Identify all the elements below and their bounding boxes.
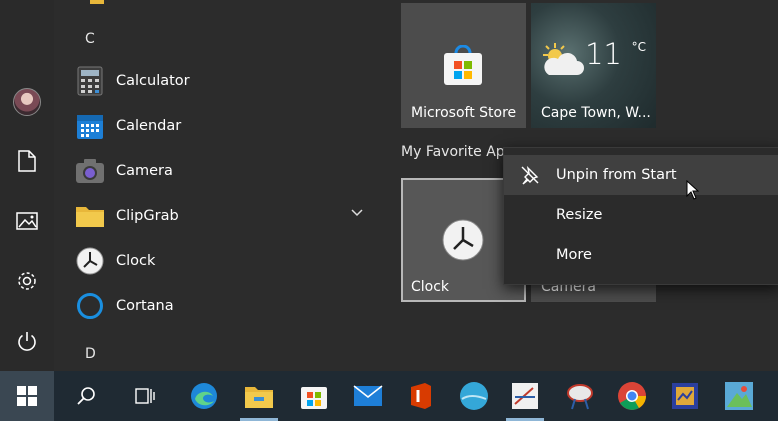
user-avatar [13, 88, 41, 116]
store-icon [444, 45, 482, 85]
partly-cloudy-icon [543, 43, 584, 75]
letter-header-d[interactable]: D [85, 346, 96, 362]
app-label: Cortana [116, 298, 174, 314]
task-view-button[interactable] [118, 371, 172, 421]
tile-group-title[interactable]: My Favorite App [401, 144, 514, 160]
gear-icon [18, 272, 36, 290]
taskbar-app[interactable] [658, 371, 712, 421]
file-explorer-icon [245, 387, 273, 408]
tile-weather[interactable]: 11 °C Cape Town, W... [531, 3, 656, 128]
tile-label: Cape Town, W... [541, 105, 651, 121]
tile-label: Clock [411, 279, 450, 295]
clock-icon [442, 219, 484, 261]
app-icon [672, 383, 698, 409]
taskbar-office[interactable] [394, 371, 448, 421]
menu-item-label: More [556, 247, 592, 263]
app-list: C Calculator Calendar Camera ClipGrab Cl… [60, 0, 380, 371]
folder-icon [74, 200, 106, 232]
task-view-icon [135, 388, 155, 404]
taskbar [0, 371, 778, 421]
taskbar-edge[interactable] [177, 371, 231, 421]
app-label: ClipGrab [116, 208, 179, 224]
app-icon [460, 382, 488, 410]
app-item-clock[interactable]: Clock [74, 241, 374, 281]
pictures-button[interactable] [7, 201, 47, 241]
cortana-icon [74, 290, 106, 322]
app-label: Camera [116, 163, 173, 179]
app-label: Calculator [116, 73, 190, 89]
taskbar-store[interactable] [287, 371, 341, 421]
search-button[interactable] [59, 371, 113, 421]
store-icon [301, 387, 327, 409]
search-icon [77, 387, 95, 405]
pictures-icon [16, 212, 38, 230]
clock-icon [74, 245, 106, 277]
tile-context-menu: Unpin from Start Resize More [503, 147, 778, 285]
chrome-icon [618, 382, 646, 410]
folder-icon [90, 0, 104, 4]
calendar-icon [74, 110, 106, 142]
menu-item-label: Resize [556, 207, 603, 223]
taskbar-app[interactable] [498, 371, 552, 421]
edge-icon [191, 383, 217, 409]
power-icon [18, 332, 36, 351]
chevron-down-icon[interactable] [350, 208, 364, 218]
start-button[interactable] [0, 371, 54, 421]
documents-button[interactable] [7, 141, 47, 181]
start-icon [17, 386, 37, 406]
letter-header-c[interactable]: C [85, 31, 95, 47]
menu-item-resize[interactable]: Resize [504, 195, 778, 235]
app-icon [567, 384, 593, 410]
user-account-button[interactable] [7, 82, 47, 122]
start-rail [0, 0, 54, 371]
app-item-camera[interactable]: Camera [74, 151, 374, 191]
app-icon [725, 382, 753, 410]
document-icon [18, 150, 36, 172]
app-item-calendar[interactable]: Calendar [74, 106, 374, 146]
taskbar-chrome[interactable] [605, 371, 659, 421]
mouse-cursor-icon [686, 180, 700, 200]
unpin-icon [521, 165, 539, 185]
menu-item-label: Unpin from Start [556, 167, 677, 183]
weather-unit: °C [631, 40, 646, 54]
app-item-clipgrab[interactable]: ClipGrab [74, 196, 374, 236]
power-button[interactable] [7, 321, 47, 361]
taskbar-app[interactable] [553, 371, 607, 421]
taskbar-app[interactable] [712, 371, 766, 421]
taskbar-mail[interactable] [341, 371, 395, 421]
calculator-icon [74, 65, 106, 97]
app-item-cortana[interactable]: Cortana [74, 286, 374, 326]
mail-icon [353, 385, 383, 406]
app-icon [512, 383, 538, 409]
taskbar-file-explorer[interactable] [232, 371, 286, 421]
app-label: Calendar [116, 118, 182, 134]
app-item-calculator[interactable]: Calculator [74, 61, 374, 101]
tile-microsoft-store[interactable]: Microsoft Store [401, 3, 526, 128]
taskbar-app[interactable] [447, 371, 501, 421]
menu-item-more[interactable]: More [504, 235, 778, 275]
app-label: Clock [116, 253, 156, 269]
settings-button[interactable] [7, 261, 47, 301]
weather-temperature: 11 [585, 37, 622, 71]
camera-icon [74, 155, 106, 187]
office-icon [411, 383, 431, 409]
menu-item-unpin-from-start[interactable]: Unpin from Start [504, 155, 778, 195]
tile-label: Microsoft Store [411, 105, 517, 121]
